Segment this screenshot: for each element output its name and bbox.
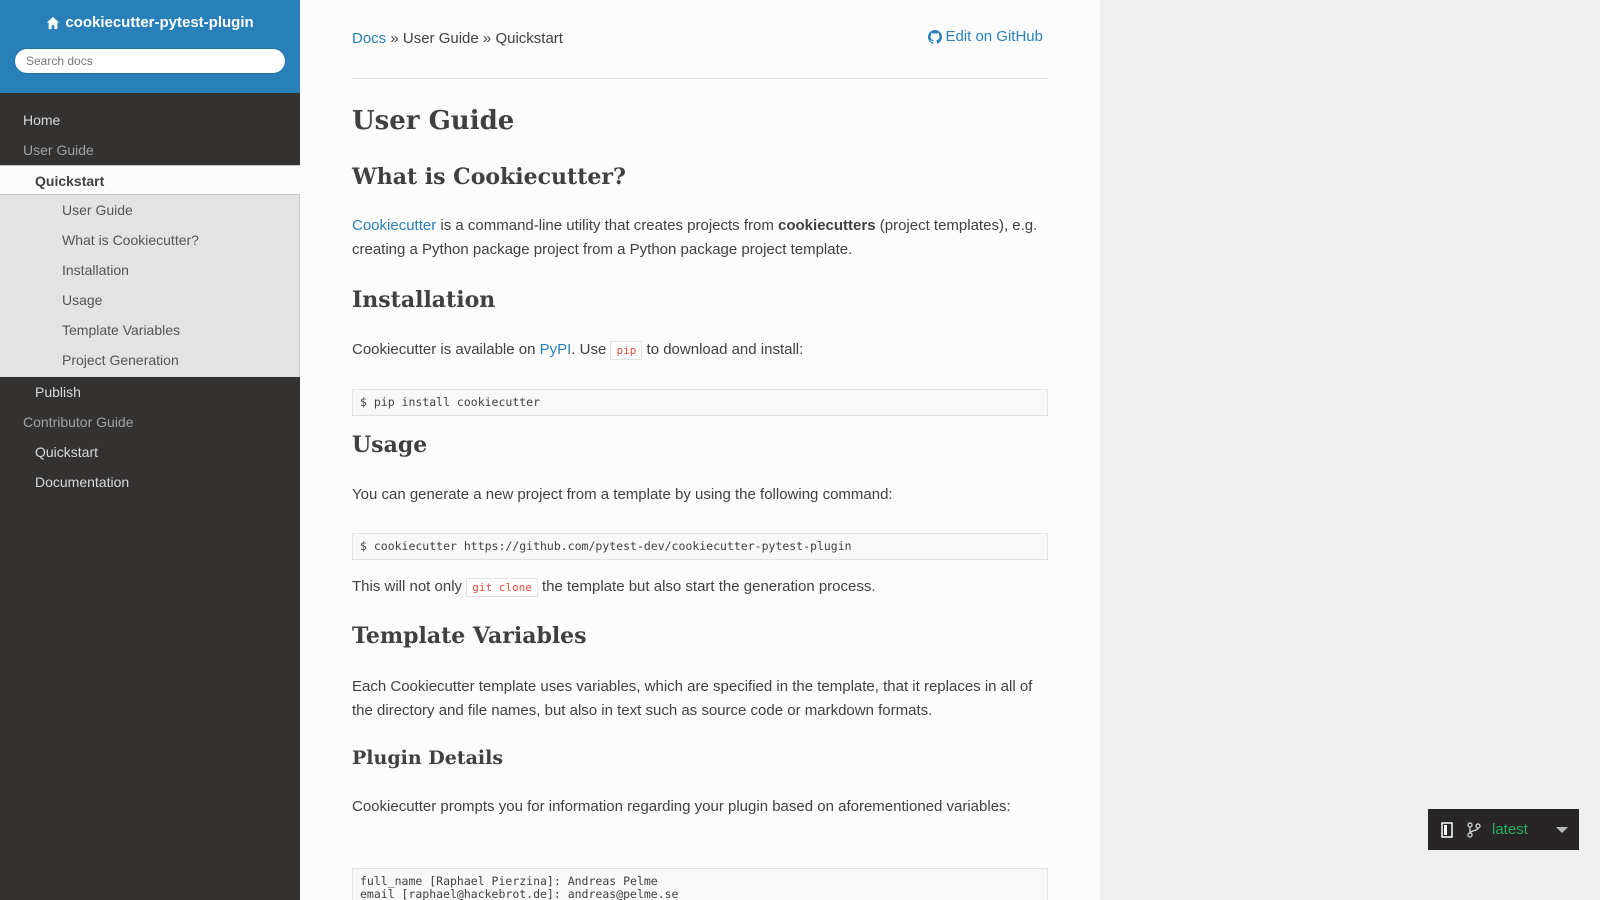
heading-installation: Installation — [352, 287, 496, 313]
sidebar-caption-user-guide: User Guide — [23, 142, 94, 158]
sidebar-caption-contributor-guide: Contributor Guide — [23, 414, 134, 430]
breadcrumb-separator: » — [478, 30, 496, 47]
heading-usage: Usage — [352, 432, 428, 458]
code-block-cookiecutter-command[interactable]: $ cookiecutter https://github.com/pytest… — [352, 533, 1048, 560]
text-span: the template but also start the generati… — [537, 578, 876, 595]
sidebar-item-contrib-quickstart[interactable]: Quickstart — [0, 437, 300, 467]
inline-code-pip: pip — [610, 341, 643, 360]
book-icon — [1441, 821, 1453, 838]
sidebar: cookiecutter-pytest-plugin Home User Gui… — [0, 0, 300, 900]
pypi-link[interactable]: PyPI — [540, 341, 572, 358]
heading-template-variables: Template Variables — [352, 623, 587, 649]
inline-code-git-clone: git clone — [466, 578, 538, 597]
sidebar-item-quickstart-current[interactable]: Quickstart — [0, 165, 300, 195]
breadcrumb-docs-link[interactable]: Docs — [352, 30, 386, 47]
toc-item-installation[interactable]: Installation — [0, 255, 299, 285]
toc-item-user-guide[interactable]: User Guide — [0, 195, 299, 225]
sidebar-nav: Home User Guide Quickstart User Guide Wh… — [0, 105, 300, 497]
paragraph-template-variables: Each Cookiecutter template uses variable… — [352, 678, 1033, 719]
edit-on-github-link[interactable]: Edit on GitHub — [928, 28, 1043, 45]
home-icon — [47, 16, 60, 29]
breadcrumb-user-guide: User Guide — [402, 30, 479, 47]
document: Docs » User Guide » Quickstart Edit on G… — [352, 0, 1048, 900]
breadcrumb-trail: Docs » User Guide » Quickstart — [352, 30, 563, 47]
paragraph-installation: Cookiecutter is available on PyPI. Use p… — [352, 338, 1048, 363]
cookiecutter-link[interactable]: Cookiecutter — [352, 217, 436, 234]
toc-item-template-variables[interactable]: Template Variables — [0, 315, 299, 345]
project-home-link[interactable]: cookiecutter-pytest-plugin — [46, 14, 254, 31]
git-branch-icon — [1467, 821, 1481, 838]
paragraph-usage: You can generate a new project from a te… — [352, 486, 893, 503]
paragraph-plugin-details: Cookiecutter prompts you for information… — [352, 798, 1011, 815]
page-title: User Guide — [352, 106, 515, 136]
sidebar-item-home[interactable]: Home — [0, 105, 300, 135]
version-switcher[interactable]: latest — [1428, 809, 1579, 850]
toc-item-what-is-cookiecutter[interactable]: What is Cookiecutter? — [0, 225, 299, 255]
breadcrumb: Docs » User Guide » Quickstart Edit on G… — [352, 0, 1048, 79]
text-span: . Use — [571, 341, 611, 358]
toc-item-usage[interactable]: Usage — [0, 285, 299, 315]
breadcrumb-current: Quickstart — [495, 30, 563, 47]
code-block-plugin-prompts[interactable]: full_name [Raphael Pierzina]: Andreas Pe… — [352, 868, 1048, 900]
toc-item-project-generation[interactable]: Project Generation — [0, 345, 299, 375]
content-area: Docs » User Guide » Quickstart Edit on G… — [300, 0, 1100, 900]
page-toc: User Guide What is Cookiecutter? Install… — [0, 195, 300, 377]
paragraph-what-is-cookiecutter: Cookiecutter is a command-line utility t… — [352, 214, 1048, 262]
text-span: This will not only — [352, 578, 467, 595]
text-span: is a command-line utility that creates p… — [436, 217, 779, 234]
paragraph-git-clone: This will not only git clone the templat… — [352, 575, 1048, 600]
search-input[interactable] — [14, 47, 286, 74]
caret-down-icon — [1555, 826, 1568, 833]
github-icon — [928, 29, 943, 44]
heading-what-is-cookiecutter: What is Cookiecutter? — [352, 164, 626, 190]
heading-plugin-details: Plugin Details — [352, 747, 504, 769]
text-span: to download and install: — [642, 341, 804, 358]
project-name: cookiecutter-pytest-plugin — [65, 14, 254, 31]
edit-on-github-label: Edit on GitHub — [945, 28, 1043, 45]
bold-text: cookiecutters — [778, 217, 876, 234]
version-label: latest — [1492, 821, 1528, 838]
sidebar-header: cookiecutter-pytest-plugin — [0, 0, 300, 93]
text-span: Cookiecutter is available on — [352, 341, 540, 358]
code-block-pip-install[interactable]: $ pip install cookiecutter — [352, 389, 1048, 416]
code-line: email [raphael@hackebrot.de]: andreas@pe… — [360, 887, 679, 900]
breadcrumb-separator: » — [386, 30, 403, 47]
sidebar-item-publish[interactable]: Publish — [0, 377, 300, 407]
sidebar-item-documentation[interactable]: Documentation — [0, 467, 300, 497]
